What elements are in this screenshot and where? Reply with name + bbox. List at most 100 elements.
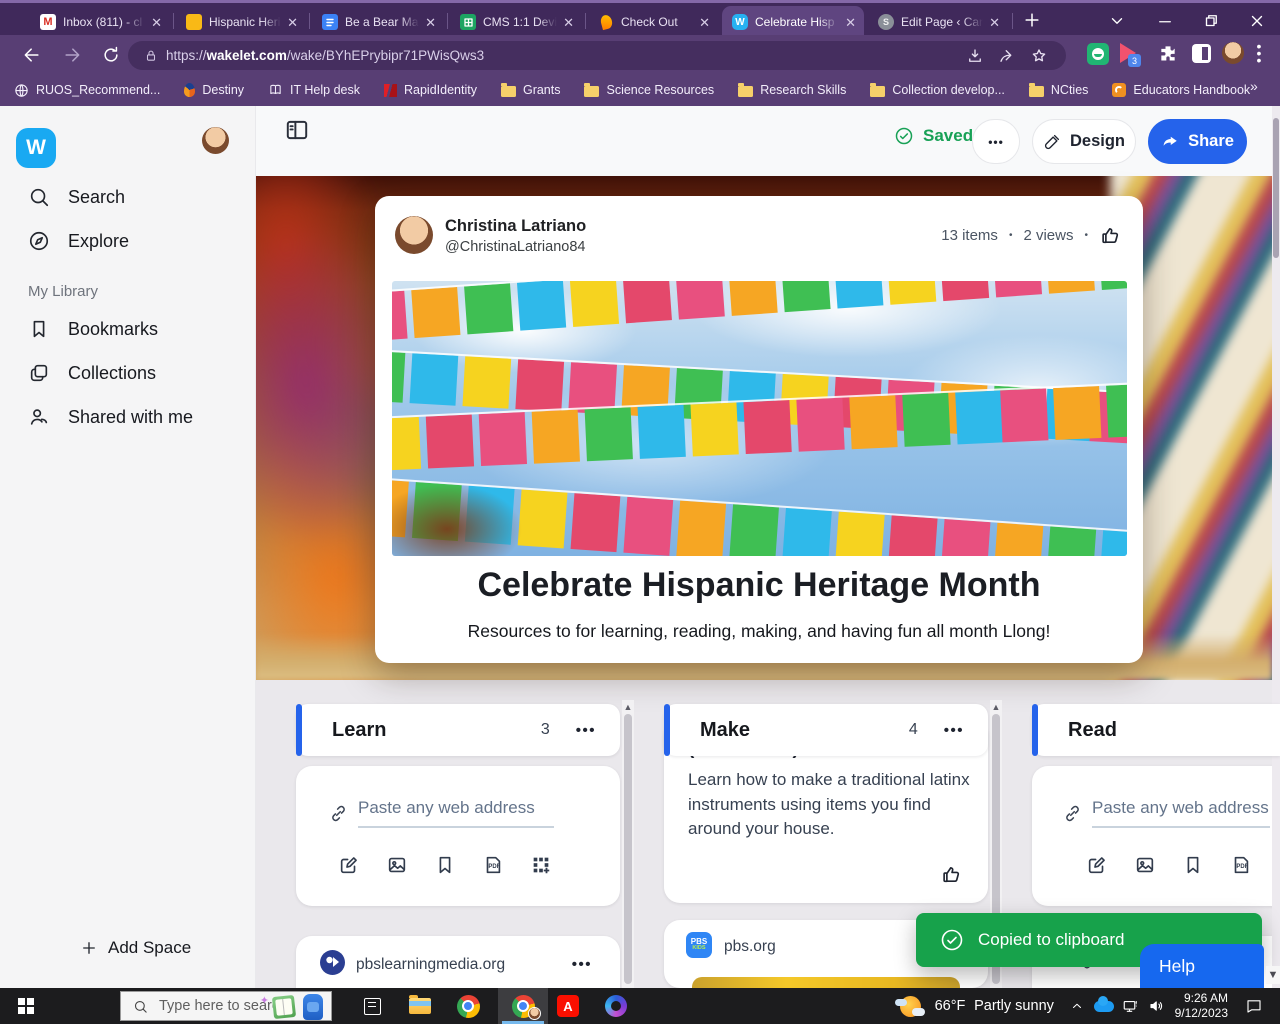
author-avatar[interactable] <box>395 216 433 254</box>
scroll-up-arrow[interactable]: ▲ <box>622 702 634 712</box>
learn-column-scrollbar[interactable]: ▲ <box>622 700 634 988</box>
column-menu-icon[interactable]: ••• <box>944 722 964 739</box>
tab-close-icon[interactable]: ✕ <box>989 16 1000 29</box>
tab-inbox[interactable]: M Inbox (811) - cl ✕ <box>30 6 170 38</box>
taskbar-search-input[interactable] <box>157 997 275 1015</box>
image-icon[interactable] <box>386 854 408 876</box>
bookmarks-overflow-icon[interactable]: » <box>1250 78 1258 94</box>
pdf-icon[interactable]: PDF <box>482 854 504 876</box>
bookmark-item[interactable]: RapidIdentity <box>384 83 477 97</box>
taskbar-search[interactable]: ✦ <box>120 991 332 1021</box>
tab-editpage[interactable]: S Edit Page ‹ Can ✕ <box>868 6 1008 38</box>
back-icon[interactable] <box>22 45 42 65</box>
column-header-make[interactable]: Make 4 ••• <box>664 704 988 756</box>
sidebar-item-search[interactable]: Search <box>28 186 125 208</box>
tab-bear[interactable]: Be a Bear Matr ✕ <box>312 6 444 38</box>
bitmoji-extension-icon[interactable] <box>1087 43 1109 65</box>
network-icon[interactable] <box>1118 988 1144 1024</box>
card-menu-icon[interactable]: ••• <box>572 956 592 973</box>
bookmark-item[interactable]: Grants <box>501 83 561 97</box>
close-window-button[interactable] <box>1248 12 1266 30</box>
scrollbar-thumb[interactable] <box>624 714 632 984</box>
design-button[interactable]: Design <box>1032 119 1136 164</box>
page-scrollbar[interactable] <box>1272 106 1280 988</box>
extensions-puzzle-icon[interactable] <box>1158 43 1178 63</box>
tray-chevron-icon[interactable] <box>1066 988 1088 1024</box>
forward-icon[interactable] <box>62 45 82 65</box>
weather-temp[interactable]: 66°F <box>930 988 970 1024</box>
wakelet-logo[interactable]: W <box>16 128 56 168</box>
help-button[interactable]: Help <box>1140 944 1264 988</box>
embed-grid-icon[interactable] <box>530 854 552 876</box>
bookmark-tool-icon[interactable] <box>434 854 456 876</box>
tab-close-icon[interactable]: ✕ <box>563 16 574 29</box>
tab-close-icon[interactable]: ✕ <box>845 16 856 29</box>
author-name[interactable]: Christina Latriano <box>445 217 586 236</box>
scroll-up-arrow[interactable]: ▲ <box>990 702 1002 712</box>
tab-close-icon[interactable]: ✕ <box>287 16 298 29</box>
share-page-icon[interactable] <box>998 47 1016 65</box>
download-icon[interactable] <box>966 47 984 65</box>
bookmark-item[interactable]: IT Help desk <box>268 83 360 97</box>
sidebar-item-shared[interactable]: Shared with me <box>28 406 193 428</box>
column-menu-icon[interactable]: ••• <box>576 722 596 739</box>
sidebar-panel-icon[interactable] <box>1192 44 1211 63</box>
bookmark-item[interactable]: RUOS_Recommend... <box>14 83 160 98</box>
volume-icon[interactable] <box>1144 988 1170 1024</box>
collapse-panel-icon[interactable] <box>284 117 310 143</box>
onedrive-icon[interactable] <box>1090 988 1118 1024</box>
address-bar[interactable]: https://wakelet.com/wake/BYhEPrybipr71PW… <box>128 41 1066 70</box>
sidebar-item-collections[interactable]: Collections <box>28 362 156 384</box>
tab-close-icon[interactable]: ✕ <box>425 16 436 29</box>
microsoft-app-button[interactable] <box>596 988 636 1024</box>
weather-icon[interactable] <box>896 988 924 1024</box>
reload-icon[interactable] <box>101 45 121 65</box>
file-explorer-button[interactable] <box>400 988 440 1024</box>
chrome-active-button[interactable] <box>498 988 548 1024</box>
bookmark-item[interactable]: Research Skills <box>738 83 846 97</box>
share-button[interactable]: Share <box>1148 119 1247 164</box>
tab-celebrate-active[interactable]: W Celebrate Hisp ✕ <box>722 6 864 38</box>
sidebar-item-bookmarks[interactable]: Bookmarks <box>28 318 158 340</box>
tab-close-icon[interactable]: ✕ <box>151 16 162 29</box>
new-tab-button[interactable] <box>1022 10 1042 30</box>
bookmark-star-icon[interactable] <box>1030 47 1048 65</box>
bookmark-item[interactable]: Collection develop... <box>870 83 1005 97</box>
link-card-pbslearningmedia[interactable]: pbslearningmedia.org ••• <box>296 936 620 988</box>
restore-button[interactable] <box>1202 12 1220 30</box>
browser-menu-icon[interactable]: ••• <box>1256 43 1262 64</box>
tab-checkout[interactable]: Check Out ✕ <box>588 6 718 38</box>
start-button[interactable] <box>8 988 44 1024</box>
bookmark-item[interactable]: Destiny <box>184 83 244 97</box>
task-view-button[interactable] <box>352 988 392 1024</box>
notification-center-icon[interactable] <box>1236 988 1272 1024</box>
like-icon[interactable] <box>1099 224 1121 246</box>
scroll-down-arrow[interactable]: ▼ <box>1266 966 1280 984</box>
bookmark-tool-icon[interactable] <box>1182 854 1204 876</box>
acrobat-button[interactable]: A <box>548 988 588 1024</box>
compose-icon[interactable] <box>1086 854 1108 876</box>
tab-close-icon[interactable]: ✕ <box>699 16 710 29</box>
readwrite-extension-icon[interactable]: 3 <box>1120 43 1136 63</box>
compose-icon[interactable] <box>338 854 360 876</box>
chrome-button[interactable] <box>448 988 488 1024</box>
sidebar-avatar[interactable] <box>202 127 229 154</box>
chevron-down-icon[interactable] <box>1108 12 1126 30</box>
minimize-button[interactable] <box>1156 12 1174 30</box>
column-header-learn[interactable]: Learn 3 ••• <box>296 704 620 756</box>
paste-url-input[interactable] <box>358 798 554 828</box>
like-icon[interactable] <box>940 863 962 885</box>
bookmark-item[interactable]: NCties <box>1029 83 1089 97</box>
add-space-button[interactable]: Add Space <box>80 938 191 958</box>
paste-url-input[interactable] <box>1092 798 1270 828</box>
more-options-button[interactable]: ••• <box>972 119 1020 164</box>
weather-desc[interactable]: Partly sunny <box>972 988 1056 1024</box>
scrollbar-thumb[interactable] <box>1273 118 1279 258</box>
profile-avatar[interactable] <box>1222 42 1244 64</box>
sidebar-item-explore[interactable]: Explore <box>28 230 129 252</box>
author-handle[interactable]: @ChristinaLatriano84 <box>445 239 585 255</box>
tab-cms[interactable]: CMS 1:1 Device ✕ <box>450 6 582 38</box>
bookmark-item[interactable]: Educators Handbook <box>1112 83 1250 97</box>
image-icon[interactable] <box>1134 854 1156 876</box>
bookmark-item[interactable]: Science Resources <box>584 83 714 97</box>
